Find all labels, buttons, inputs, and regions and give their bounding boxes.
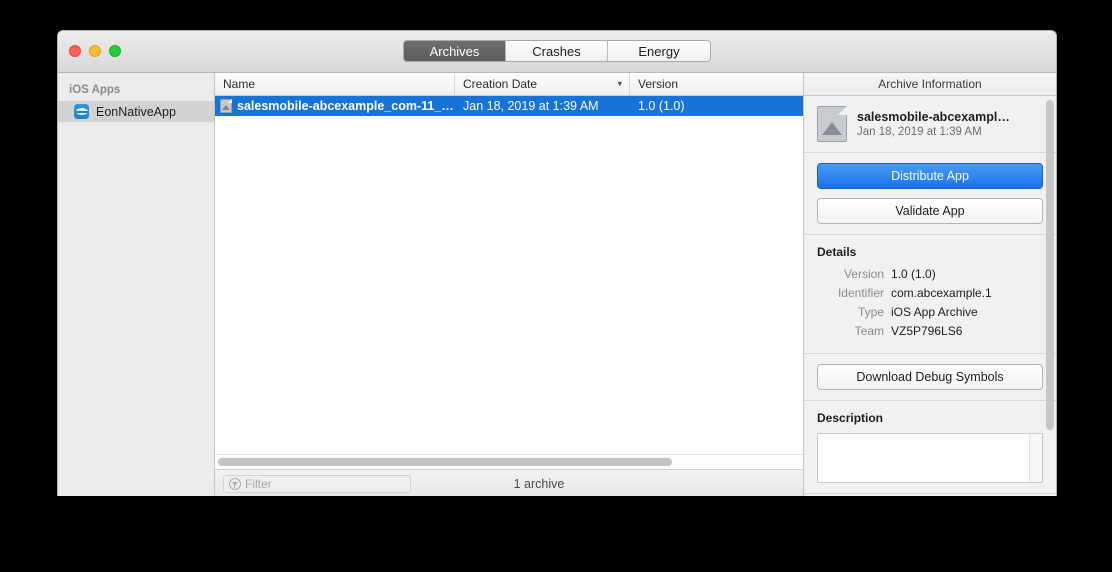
detail-label-identifier: Identifier	[837, 286, 884, 300]
horizontal-scrollbar-thumb[interactable]	[218, 458, 672, 466]
detail-value-type: iOS App Archive	[891, 305, 978, 319]
detail-label-version: Version	[843, 267, 884, 281]
zoom-button-icon[interactable]	[109, 45, 121, 57]
detail-value-team: VZ5P796LS6	[891, 324, 963, 338]
detail-row-team: Team VZ5P796LS6	[817, 324, 1043, 338]
detail-value-version: 1.0 (1.0)	[891, 267, 936, 281]
table-row[interactable]: salesmobile-abcexample_com-11_0… Jan 18,…	[215, 96, 803, 116]
sidebar-group-ios-apps: iOS Apps	[69, 84, 121, 96]
window-titlebar: Archives Crashes Energy	[58, 31, 1056, 73]
detail-label-team: Team	[854, 324, 884, 338]
filter-input[interactable]: Filter	[223, 474, 411, 493]
column-header-creation-date[interactable]: Creation Date ▾	[455, 73, 630, 95]
inspector-title: Archive Information	[804, 73, 1056, 96]
details-section-title: Details	[817, 245, 857, 259]
detail-label-type: Type	[857, 305, 884, 319]
cell-creation-date: Jan 18, 2019 at 1:39 AM	[463, 99, 599, 113]
minimize-button-icon[interactable]	[89, 45, 101, 57]
download-debug-symbols-button[interactable]: Download Debug Symbols	[817, 364, 1043, 390]
inspector-symbols: Download Debug Symbols	[804, 354, 1056, 401]
inspector-archive-name: salesmobile-abcexampl…	[857, 110, 1010, 124]
inspector-actions: Distribute App Validate App	[804, 153, 1056, 235]
description-scrollbar[interactable]	[1029, 434, 1042, 482]
column-header-version-label: Version	[638, 77, 679, 91]
description-section-title: Description	[817, 411, 884, 425]
tab-energy[interactable]: Energy	[608, 41, 710, 61]
cell-archive-name: salesmobile-abcexample_com-11_0…	[215, 99, 455, 113]
status-bar: Filter 1 archive	[215, 469, 803, 496]
close-button-icon[interactable]	[69, 45, 81, 57]
validate-app-button[interactable]: Validate App	[817, 198, 1043, 224]
inspector-archive-date: Jan 18, 2019 at 1:39 AM	[857, 126, 982, 138]
inspector-details: Details Version 1.0 (1.0) Identifier com…	[804, 235, 1056, 354]
column-header-name-label: Name	[223, 77, 256, 91]
column-header-version[interactable]: Version	[630, 73, 803, 95]
archives-table-body[interactable]: salesmobile-abcexample_com-11_0… Jan 18,…	[215, 96, 803, 454]
sidebar-item-eonnativeapp[interactable]: EonNativeApp	[58, 101, 214, 122]
view-segmented-control: Archives Crashes Energy	[403, 40, 711, 62]
inspector-description: Description	[804, 401, 1056, 494]
tab-crashes[interactable]: Crashes	[506, 41, 608, 61]
filter-placeholder: Filter	[245, 476, 272, 491]
table-header-row: Name Creation Date ▾ Version	[215, 73, 803, 96]
archive-document-icon	[220, 99, 232, 113]
inspector-archive-summary: salesmobile-abcexampl… Jan 18, 2019 at 1…	[804, 96, 1056, 153]
archives-pane: Name Creation Date ▾ Version salesmobile…	[215, 73, 803, 496]
horizontal-scrollbar[interactable]	[215, 454, 803, 469]
xcode-organizer-window: Archives Crashes Energy iOS Apps EonNati…	[57, 30, 1057, 496]
archive-information-panel: Archive Information salesmobile-abcexamp…	[803, 73, 1056, 496]
window-body: iOS Apps EonNativeApp Name Creation Date…	[58, 73, 1056, 496]
archive-large-icon	[817, 106, 847, 142]
column-header-creation-date-label: Creation Date	[463, 77, 538, 91]
cell-version: 1.0 (1.0)	[638, 99, 685, 113]
column-header-name[interactable]: Name	[215, 73, 455, 95]
app-icon	[74, 104, 89, 119]
description-textarea[interactable]	[817, 433, 1043, 483]
detail-value-identifier: com.abcexample.1	[891, 286, 992, 300]
distribute-app-button[interactable]: Distribute App	[817, 163, 1043, 189]
inspector-scroll-area: salesmobile-abcexampl… Jan 18, 2019 at 1…	[804, 96, 1056, 496]
inspector-vertical-scrollbar[interactable]	[1046, 100, 1054, 495]
inspector-vertical-scrollbar-thumb[interactable]	[1046, 100, 1054, 430]
detail-row-version: Version 1.0 (1.0)	[817, 267, 1043, 281]
tab-archives[interactable]: Archives	[404, 41, 506, 61]
traffic-lights	[69, 45, 121, 57]
chevron-down-icon: ▾	[617, 78, 622, 89]
detail-row-identifier: Identifier com.abcexample.1	[817, 286, 1043, 300]
archive-name-label: salesmobile-abcexample_com-11_0…	[237, 99, 455, 113]
filter-funnel-icon	[229, 477, 241, 490]
sidebar-item-label: EonNativeApp	[96, 104, 176, 119]
apps-sidebar: iOS Apps EonNativeApp	[58, 73, 215, 496]
detail-row-type: Type iOS App Archive	[817, 305, 1043, 319]
